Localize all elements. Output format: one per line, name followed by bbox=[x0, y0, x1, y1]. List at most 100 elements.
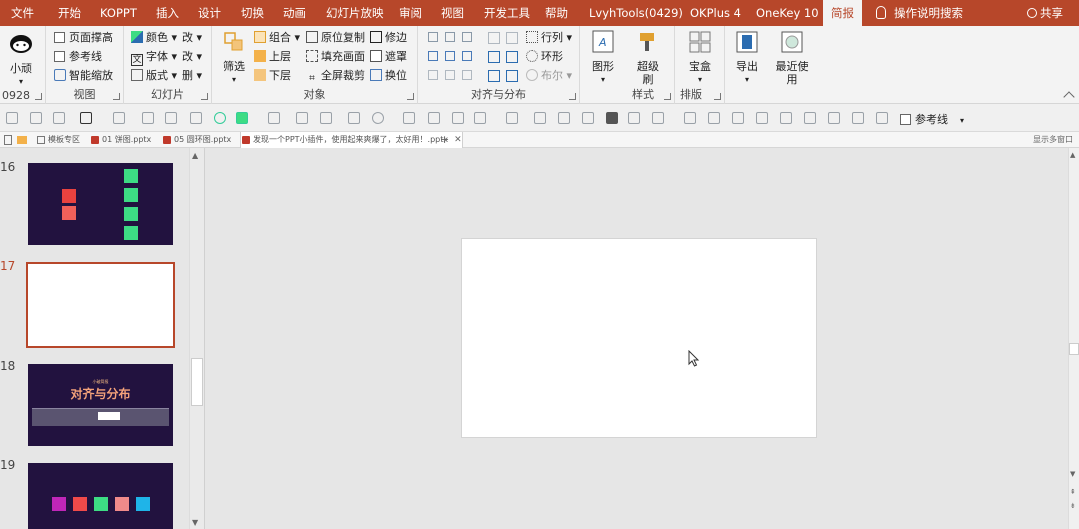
layout-button[interactable]: 版式 ▾ bbox=[131, 67, 177, 85]
tab-file[interactable]: 文件 bbox=[11, 0, 34, 26]
fill-canvas-button[interactable]: 填充画面 bbox=[306, 48, 365, 66]
tool-icon[interactable] bbox=[474, 112, 486, 124]
doc-tab-current[interactable]: 发现一个PPT小插件，使用起来爽爆了，太好用！.pptx ✕ bbox=[240, 132, 463, 148]
tab-transitions[interactable]: 切换 bbox=[241, 0, 264, 26]
tool-icon[interactable] bbox=[428, 112, 440, 124]
align-middle-icon[interactable] bbox=[445, 51, 455, 61]
tool-icon[interactable] bbox=[876, 112, 888, 124]
recent-button[interactable]: 最近使用 bbox=[773, 30, 811, 86]
shape-button[interactable]: A 图形 ▾ bbox=[586, 30, 620, 86]
tool-icon[interactable] bbox=[804, 112, 816, 124]
editor-scrollbar[interactable]: ▲ ▼ ⇞ ⇟ bbox=[1068, 148, 1079, 529]
tell-me-search[interactable]: 操作说明搜索 bbox=[876, 0, 963, 26]
scroll-thumb[interactable] bbox=[1069, 343, 1079, 355]
tool-icon[interactable] bbox=[6, 112, 18, 124]
add-tab-button[interactable]: + bbox=[440, 132, 449, 148]
trim-button[interactable]: 修边 bbox=[370, 29, 407, 47]
tool-icon[interactable] bbox=[30, 112, 42, 124]
multi-window-toggle[interactable]: 显示多窗口 bbox=[1033, 132, 1073, 148]
dialog-launcher-icon[interactable] bbox=[113, 93, 120, 100]
align-bottom-icon[interactable] bbox=[462, 51, 472, 61]
tab-developer[interactable]: 开发工具 bbox=[484, 0, 530, 26]
eyedropper-icon[interactable] bbox=[142, 112, 154, 124]
mirror-icon[interactable] bbox=[488, 32, 500, 44]
new-doc-icon[interactable] bbox=[4, 135, 12, 145]
chart-icon[interactable] bbox=[452, 112, 464, 124]
fill-color-icon[interactable] bbox=[236, 112, 248, 124]
tool-icon[interactable] bbox=[708, 112, 720, 124]
tool-icon[interactable] bbox=[534, 112, 546, 124]
scroll-up-icon[interactable]: ▲ bbox=[1070, 151, 1075, 159]
tab-jianbao[interactable]: 简报 bbox=[823, 0, 862, 26]
tool-icon[interactable] bbox=[558, 112, 570, 124]
export-button[interactable]: 导出 ▾ bbox=[731, 30, 763, 86]
scroll-thumb[interactable] bbox=[191, 358, 203, 406]
arrow-right-icon[interactable] bbox=[506, 51, 518, 63]
align-left-icon[interactable] bbox=[428, 32, 438, 42]
dialog-launcher-icon[interactable] bbox=[714, 93, 721, 100]
tab-home[interactable]: 开始 bbox=[58, 0, 81, 26]
collapse-ribbon-icon[interactable] bbox=[1063, 91, 1075, 103]
previous-slide-icon[interactable]: ⇞ bbox=[1070, 488, 1076, 496]
scroll-down-icon[interactable]: ▼ bbox=[192, 518, 198, 527]
tab-slideshow[interactable]: 幻灯片放映 bbox=[326, 0, 384, 26]
tab-lvyhtools[interactable]: LvyhTools(0429) bbox=[589, 0, 683, 26]
distribute-c-icon[interactable] bbox=[462, 70, 472, 80]
tool-icon[interactable] bbox=[582, 112, 594, 124]
align-right-icon[interactable] bbox=[462, 32, 472, 42]
tab-insert[interactable]: 插入 bbox=[156, 0, 179, 26]
tool-icon[interactable] bbox=[320, 112, 332, 124]
tool-icon[interactable] bbox=[852, 112, 864, 124]
dialog-launcher-icon[interactable] bbox=[569, 93, 576, 100]
send-down-button[interactable]: 下层 bbox=[254, 67, 291, 85]
distribute-v-icon[interactable] bbox=[445, 70, 455, 80]
tool-icon[interactable] bbox=[628, 112, 640, 124]
copy-in-place-button[interactable]: 原位复制 bbox=[306, 29, 365, 47]
dialog-launcher-icon[interactable] bbox=[664, 93, 671, 100]
arrow-down-icon[interactable] bbox=[506, 70, 518, 82]
tool-icon[interactable] bbox=[53, 112, 65, 124]
dialog-launcher-icon[interactable] bbox=[201, 93, 208, 100]
dialog-launcher-icon[interactable] bbox=[407, 93, 414, 100]
slide-thumbnail-16[interactable] bbox=[28, 163, 173, 245]
tool-icon[interactable] bbox=[165, 112, 177, 124]
thumbnail-scrollbar[interactable]: ▲ ▼ bbox=[189, 148, 204, 529]
tool-icon[interactable] bbox=[828, 112, 840, 124]
arrow-up-icon[interactable] bbox=[488, 70, 500, 82]
font-color-icon[interactable] bbox=[113, 112, 125, 124]
current-slide[interactable] bbox=[461, 238, 817, 438]
color-button[interactable]: 颜色 ▾ bbox=[131, 29, 177, 47]
tool-icon[interactable] bbox=[756, 112, 768, 124]
slide-thumbnail-18[interactable]: 小破简报 对齐与分布 bbox=[28, 364, 173, 446]
tool-icon[interactable] bbox=[268, 112, 280, 124]
tool-icon[interactable] bbox=[296, 112, 308, 124]
doc-tab-templates[interactable]: 模板专区 bbox=[36, 132, 80, 148]
scroll-up-icon[interactable]: ▲ bbox=[192, 151, 198, 160]
tool-icon[interactable] bbox=[780, 112, 792, 124]
fullscreen-crop-button[interactable]: ⌗ 全屏裁剪 bbox=[306, 67, 365, 85]
tab-help[interactable]: 帮助 bbox=[545, 0, 568, 26]
tool-icon[interactable] bbox=[190, 112, 202, 124]
tab-onekey[interactable]: OneKey 10 bbox=[756, 0, 819, 26]
doc-tab-donut[interactable]: 05 圆环图.pptx bbox=[162, 132, 231, 148]
flip-icon[interactable] bbox=[506, 32, 518, 44]
tool-icon[interactable] bbox=[372, 112, 384, 124]
tab-design[interactable]: 设计 bbox=[198, 0, 221, 26]
combine-button[interactable]: 组合 ▾ bbox=[254, 29, 300, 47]
delete-layout-button[interactable]: 删 ▾ bbox=[182, 67, 202, 85]
next-slide-icon[interactable]: ⇟ bbox=[1070, 502, 1076, 510]
row-col-button[interactable]: 行列 ▾ bbox=[526, 29, 572, 47]
filter-button[interactable]: 筛选 ▾ bbox=[218, 30, 250, 86]
slide-thumbnail-19[interactable] bbox=[28, 463, 173, 529]
tool-icon[interactable] bbox=[506, 112, 518, 124]
tab-view[interactable]: 视图 bbox=[441, 0, 464, 26]
tab-okplus[interactable]: OKPlus 4 bbox=[690, 0, 741, 26]
boolean-button[interactable]: 布尔 ▾ bbox=[526, 67, 572, 85]
distribute-h-icon[interactable] bbox=[428, 70, 438, 80]
toolbox-button[interactable]: 宝盒 ▾ bbox=[681, 30, 719, 86]
scroll-down-icon[interactable]: ▼ bbox=[1070, 470, 1075, 478]
tool-icon[interactable] bbox=[732, 112, 744, 124]
doc-tab-pie[interactable]: 01 饼图.pptx bbox=[90, 132, 151, 148]
dialog-launcher-icon[interactable] bbox=[35, 93, 42, 100]
swap-button[interactable]: 换位 bbox=[370, 67, 407, 85]
